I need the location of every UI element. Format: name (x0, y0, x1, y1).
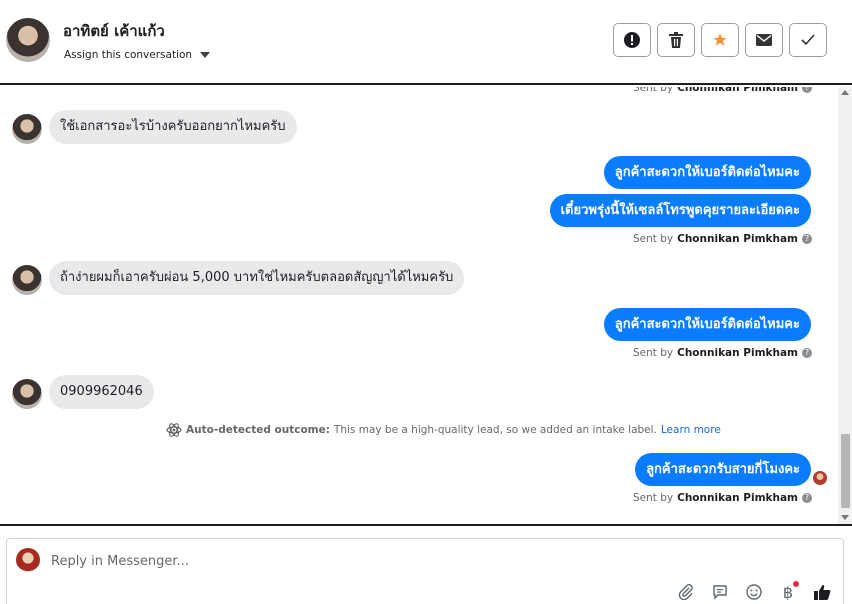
like-button[interactable] (811, 581, 833, 603)
agent-avatar (16, 548, 40, 572)
sent-by-label: Sent by Chonnikan Pimkham? (633, 347, 812, 359)
baht-payment-icon: ฿ (782, 582, 794, 602)
payment-button[interactable]: ฿ (777, 581, 799, 603)
saved-reply-icon (713, 585, 727, 600)
help-icon[interactable]: ? (802, 493, 812, 503)
message-bubble-outgoing: ลูกค้าสะดวกรับสายกี่โมงคะ (635, 453, 811, 486)
delete-button[interactable] (657, 23, 695, 57)
reply-input[interactable]: Reply in Messenger... ฿ (6, 538, 844, 604)
exclamation-icon (624, 32, 640, 48)
scroll-down-arrow[interactable] (841, 515, 849, 520)
reply-placeholder: Reply in Messenger... (51, 554, 189, 569)
notification-dot (793, 581, 799, 587)
sent-by-label: Sent by Chonnikan Pimkham? (633, 492, 812, 504)
conversation-actions (613, 23, 827, 57)
seen-indicator-avatar (813, 471, 827, 485)
sent-by-label: Sent by Chonnikan Pimkham? (633, 233, 812, 245)
message-bubble-incoming: ใช้เอกสารอะไรบ้างครับออกยากไหมครับ (49, 110, 297, 144)
message-bubble-outgoing: ลูกค้าสะดวกให้เบอร์ติดต่อไหมคะ (603, 156, 811, 189)
composer: Reply in Messenger... ฿ (0, 524, 852, 604)
message-bubble-incoming: 0909962046 (49, 375, 154, 409)
envelope-icon (756, 34, 772, 46)
conversation-header: อาทิตย์ เค้าแก้ว Assign this conversatio… (0, 0, 852, 85)
mark-unread-button[interactable] (745, 23, 783, 57)
saved-reply-button[interactable] (709, 581, 731, 603)
message-bubble-incoming: ถ้าง่ายผมก็เอาครับผ่อน 5,000 บาทใช่ไหมคร… (49, 261, 465, 295)
scroll-up-arrow[interactable] (841, 90, 849, 95)
contact-avatar-small[interactable] (12, 265, 42, 295)
help-icon[interactable]: ? (802, 234, 812, 244)
paperclip-icon (678, 584, 693, 600)
message-bubble-outgoing: เดี๋ยวพรุ่งนี้ให้เซลล์โทรพูดคุยรายละเอีย… (549, 194, 811, 227)
assign-conversation-dropdown[interactable]: Assign this conversation (64, 49, 211, 61)
composer-tools: ฿ (675, 581, 833, 603)
spam-button[interactable] (613, 23, 651, 57)
attach-button[interactable] (675, 581, 697, 603)
thread-scrollbar[interactable] (838, 87, 852, 524)
learn-more-link[interactable]: Learn more (661, 424, 721, 436)
check-icon (801, 34, 815, 46)
done-button[interactable] (789, 23, 827, 57)
help-icon[interactable]: ? (802, 87, 812, 93)
star-icon (713, 33, 727, 46)
message-bubble-outgoing: ลูกค้าสะดวกให้เบอร์ติดต่อไหมคะ (603, 308, 811, 341)
auto-detected-outcome: Auto-detected outcome: This may be a hig… (166, 422, 721, 438)
sent-by-label: Sent by Chonnikan Pimkham? (633, 87, 812, 94)
contact-avatar-small[interactable] (12, 379, 42, 409)
assign-label: Assign this conversation (64, 49, 193, 61)
emoji-button[interactable] (743, 581, 765, 603)
contact-avatar[interactable] (6, 18, 50, 62)
trash-icon (669, 32, 683, 48)
contact-name[interactable]: อาทิตย์ เค้าแก้ว (63, 19, 165, 43)
contact-avatar-small[interactable] (12, 114, 42, 144)
message-thread[interactable]: Sent by Chonnikan Pimkham? ใช้เอกสารอะไรบ… (0, 87, 852, 524)
caret-down-icon (200, 52, 211, 58)
star-button[interactable] (701, 23, 739, 57)
help-icon[interactable]: ? (802, 348, 812, 358)
atom-icon (166, 423, 182, 437)
emoji-icon (746, 584, 762, 600)
thumbs-up-icon (814, 585, 831, 600)
scrollbar-thumb[interactable] (841, 434, 850, 508)
